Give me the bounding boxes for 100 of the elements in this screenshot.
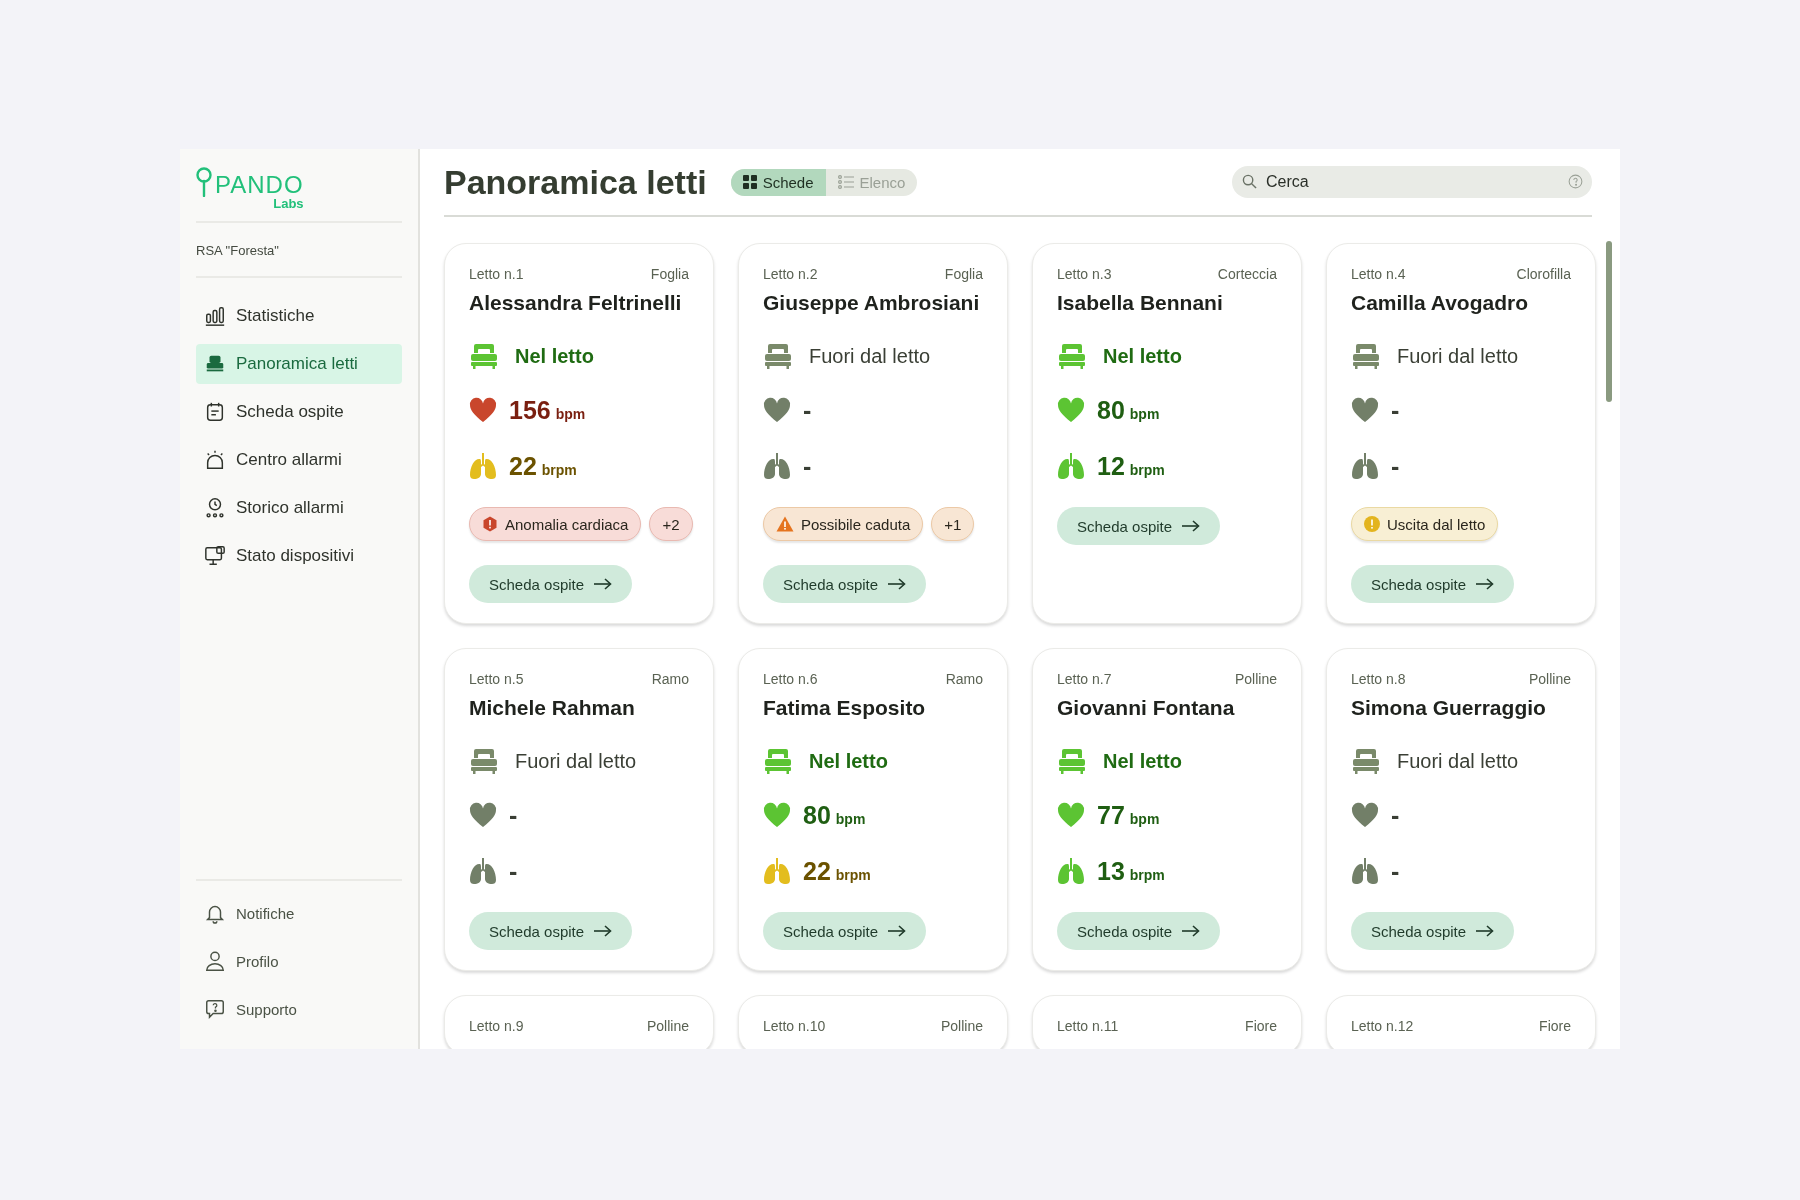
ward-name: Fiore xyxy=(1539,1018,1571,1034)
breath-rate: 13 brpm xyxy=(1097,856,1165,886)
alert-icon xyxy=(482,516,498,532)
presence-status: Fuori dal letto xyxy=(809,344,931,368)
ward-name: Fiore xyxy=(1245,1018,1277,1034)
ward-name: Ramo xyxy=(945,671,983,687)
nav-item[interactable]: Panoramica letti xyxy=(196,344,402,384)
more-alerts-count[interactable]: +2 xyxy=(649,507,693,541)
search-icon xyxy=(1242,174,1257,189)
presence-status: Fuori dal letto xyxy=(515,749,637,773)
scrollbar-thumb[interactable] xyxy=(1606,241,1612,402)
ward-name: Clorofilla xyxy=(1516,266,1571,282)
bed-number: Letto n.2 xyxy=(763,266,818,282)
nav-item[interactable]: Stato dispositivi xyxy=(196,536,402,576)
guest-sheet-button[interactable]: Scheda ospite xyxy=(469,912,633,950)
logo-name: PANDO xyxy=(215,173,304,197)
nav-item[interactable]: Supporto xyxy=(196,989,402,1029)
guest-sheet-button[interactable]: Scheda ospite xyxy=(763,912,927,950)
guest-name: Isabella Bennani xyxy=(1057,291,1224,315)
heart-rate: - xyxy=(509,800,518,830)
presence-status: Nel letto xyxy=(515,344,594,368)
history-icon xyxy=(204,497,226,519)
help-icon[interactable] xyxy=(1568,174,1583,189)
guest-name: Giovanni Fontana xyxy=(1057,696,1236,720)
facility-name: RSA "Foresta" xyxy=(196,242,280,260)
more-alerts-count[interactable]: +1 xyxy=(931,507,975,541)
presence-status: Fuori dal letto xyxy=(1397,344,1519,368)
nav-item[interactable]: Profilo xyxy=(196,941,402,981)
arrow-right-icon xyxy=(1476,578,1495,590)
arrow-right-icon xyxy=(1182,925,1201,937)
bed-number: Letto n.3 xyxy=(1057,266,1112,282)
heart-rate: 80 bpm xyxy=(803,800,866,830)
arrow-right-icon xyxy=(594,925,613,937)
alert-chip[interactable]: Anomalia cardiaca xyxy=(469,507,642,541)
ward-name: Corteccia xyxy=(1217,266,1277,282)
page-title: Panoramica letti xyxy=(444,162,707,202)
arrow-right-icon xyxy=(1476,925,1495,937)
bed-number: Letto n.1 xyxy=(469,266,524,282)
breath-rate: - xyxy=(509,856,518,886)
guest-sheet-button[interactable]: Scheda ospite xyxy=(763,565,927,603)
alert-chip[interactable]: Uscita dal letto xyxy=(1351,507,1499,541)
guest-sheet-button[interactable]: Scheda ospite xyxy=(1351,565,1515,603)
alert-icon xyxy=(1364,516,1380,532)
heart-rate: - xyxy=(1391,395,1400,425)
bed-number: Letto n.8 xyxy=(1351,671,1406,687)
heart-rate: - xyxy=(803,395,812,425)
list-icon xyxy=(837,175,854,189)
ward-name: Polline xyxy=(1234,671,1277,687)
guest-name: Michele Rahman xyxy=(469,696,636,720)
guest-name: Alessandra Feltrinelli xyxy=(469,291,683,315)
presence-status: Fuori dal letto xyxy=(1397,749,1519,773)
guest-sheet-button[interactable]: Scheda ospite xyxy=(1057,912,1221,950)
presence-status: Nel letto xyxy=(1103,749,1182,773)
ward-name: Polline xyxy=(646,1018,689,1034)
guest-name: Camilla Avogadro xyxy=(1351,291,1529,315)
arrow-right-icon xyxy=(1182,520,1201,532)
guest-sheet-button[interactable]: Scheda ospite xyxy=(1351,912,1515,950)
arrow-right-icon xyxy=(594,578,613,590)
warning-icon xyxy=(776,516,794,532)
breath-rate: - xyxy=(1391,451,1400,481)
siren-icon xyxy=(204,449,226,471)
arrow-right-icon xyxy=(888,578,907,590)
bed-number: Letto n.10 xyxy=(763,1018,826,1034)
nav-item[interactable]: Notifiche xyxy=(196,893,402,933)
view-tab[interactable]: Schede xyxy=(730,168,826,196)
ward-name: Foglia xyxy=(650,266,689,282)
grid-icon xyxy=(742,175,757,189)
breath-rate: 22 brpm xyxy=(803,856,871,886)
guest-sheet-button[interactable]: Scheda ospite xyxy=(469,565,633,603)
search-field[interactable]: Cerca xyxy=(1232,166,1592,198)
presence-status: Nel letto xyxy=(809,749,888,773)
bed-number: Letto n.5 xyxy=(469,671,524,687)
alert-chip[interactable]: Possibile caduta xyxy=(763,507,924,541)
ward-name: Polline xyxy=(940,1018,983,1034)
guest-name: Simona Guerraggio xyxy=(1351,696,1547,720)
bed-number: Letto n.12 xyxy=(1351,1018,1414,1034)
breath-rate: - xyxy=(1391,856,1400,886)
monitor-icon xyxy=(204,545,226,567)
heart-rate: 80 bpm xyxy=(1097,395,1160,425)
ward-name: Polline xyxy=(1528,671,1571,687)
note-icon xyxy=(204,401,226,423)
guest-name: Giuseppe Ambrosiani xyxy=(763,291,981,315)
bed-number: Letto n.11 xyxy=(1057,1018,1119,1034)
logo-pin-icon xyxy=(196,167,212,197)
arrow-right-icon xyxy=(888,925,907,937)
nav-item[interactable]: Scheda ospite xyxy=(196,392,402,432)
nav-item[interactable]: Storico allarmi xyxy=(196,488,402,528)
ward-name: Foglia xyxy=(944,266,983,282)
help-icon xyxy=(204,998,226,1020)
heart-rate: 156 bpm xyxy=(509,395,586,425)
guest-sheet-button[interactable]: Scheda ospite xyxy=(1057,507,1221,545)
bed-number: Letto n.6 xyxy=(763,671,818,687)
nav-item[interactable]: Statistiche xyxy=(196,296,402,336)
chart-icon xyxy=(204,305,226,327)
nav-item[interactable]: Centro allarmi xyxy=(196,440,402,480)
breath-rate: - xyxy=(803,451,812,481)
bed-number: Letto n.7 xyxy=(1057,671,1112,687)
bed-number: Letto n.9 xyxy=(469,1018,524,1034)
ward-name: Ramo xyxy=(651,671,689,687)
logo-subtitle: Labs xyxy=(273,197,304,211)
